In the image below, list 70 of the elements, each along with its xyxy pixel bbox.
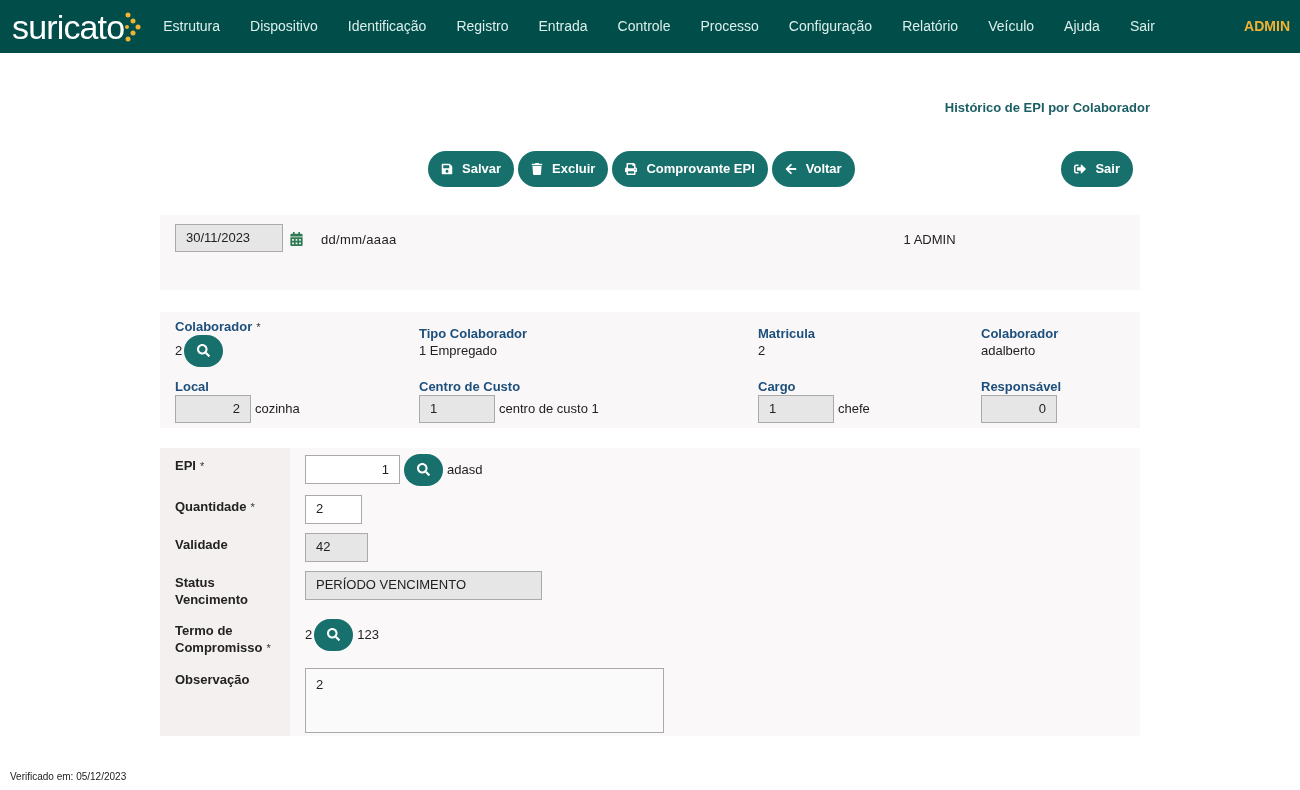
date-format-hint: dd/mm/aaaa <box>321 230 397 249</box>
field-label: Matricula <box>758 325 817 342</box>
input-field[interactable]: 1 <box>419 394 495 423</box>
field-label: Observação <box>175 670 251 688</box>
date-field[interactable]: 30/11/2023 <box>175 223 283 252</box>
toolbar-button[interactable]: Excluir <box>518 150 609 187</box>
input-field[interactable]: 2 <box>305 494 362 524</box>
field-value: 2 <box>758 341 767 360</box>
nav-link[interactable]: Processo <box>700 16 759 37</box>
toolbar-button[interactable]: Salvar <box>428 150 515 187</box>
field-description: 123 <box>357 625 379 644</box>
field-label: Validade <box>175 535 229 553</box>
field-description: adasd <box>447 460 483 479</box>
input-field[interactable]: 0 <box>981 394 1057 423</box>
field-label: Termo de Compromisso * <box>175 621 272 657</box>
nav-link[interactable]: Ajuda <box>1064 16 1100 37</box>
search-icon <box>417 463 430 476</box>
input-field[interactable]: PERÍODO VENCIMENTO <box>305 570 542 600</box>
logo-text: suricato <box>12 9 125 44</box>
verification-date: Verificado em: 05/12/2023 <box>10 770 127 784</box>
field-description: centro de custo 1 <box>499 399 599 418</box>
search-icon <box>197 344 211 357</box>
text-area[interactable]: 2 <box>305 667 664 733</box>
nav-link[interactable]: Sair <box>1129 16 1155 37</box>
nav-link[interactable]: Configuração <box>788 16 873 37</box>
toolbar-button[interactable]: Comprovante EPI <box>612 150 768 187</box>
field-label: Tipo Colaborador <box>419 325 529 342</box>
nav-link[interactable]: Veículo <box>988 16 1035 37</box>
toolbar-button[interactable]: Voltar <box>771 150 855 187</box>
nav-link[interactable]: Registro <box>456 16 509 37</box>
nav-link[interactable]: Estrutura <box>163 16 221 37</box>
field-label: Cargo <box>758 378 797 395</box>
search-button[interactable] <box>184 334 224 367</box>
field-label: Local <box>175 378 210 395</box>
field-label: Status Vencimento <box>175 573 249 608</box>
input-field[interactable]: 1 <box>758 394 834 423</box>
save-icon <box>441 162 453 175</box>
field-label: Responsável <box>981 378 1063 395</box>
user-info: 1 ADMIN <box>903 230 956 249</box>
trash-icon <box>531 162 544 175</box>
user-link[interactable]: ADMIN <box>1244 16 1290 37</box>
field-label: Colaborador <box>981 325 1060 342</box>
field-label: Quantidade * <box>175 497 256 516</box>
search-icon <box>327 628 341 641</box>
page-title: Histórico de EPI por Colaborador <box>944 99 1150 117</box>
field-description: cozinha <box>255 399 300 418</box>
field-label: EPI * <box>175 456 206 475</box>
nav-link[interactable]: Entrada <box>538 16 588 37</box>
exit-button[interactable]: Sair <box>1061 150 1133 187</box>
input-field[interactable]: 1 <box>305 455 400 484</box>
nav-link[interactable]: Controle <box>617 16 671 37</box>
nav-link[interactable]: Relatório <box>902 16 959 37</box>
search-button[interactable] <box>314 618 354 651</box>
input-field[interactable]: 42 <box>305 532 368 562</box>
calendar-icon[interactable] <box>290 231 303 246</box>
field-label: Colaborador * <box>175 318 262 335</box>
field-value: adalberto <box>981 341 1037 360</box>
field-value: 2 <box>305 625 313 644</box>
arrow-left-icon <box>784 162 797 175</box>
printer-icon <box>625 162 638 175</box>
exit-icon <box>1074 162 1087 175</box>
field-value: 1 Empregado <box>419 341 499 360</box>
search-button[interactable] <box>404 453 443 486</box>
field-description: chefe <box>838 399 870 418</box>
input-field[interactable]: 2 <box>175 394 251 423</box>
nav-link[interactable]: Identificação <box>347 16 427 37</box>
field-label: Centro de Custo <box>419 378 522 395</box>
field-value: 2 <box>175 341 183 360</box>
nav-link[interactable]: Dispositivo <box>250 16 318 37</box>
logo-dots-icon <box>125 11 142 42</box>
